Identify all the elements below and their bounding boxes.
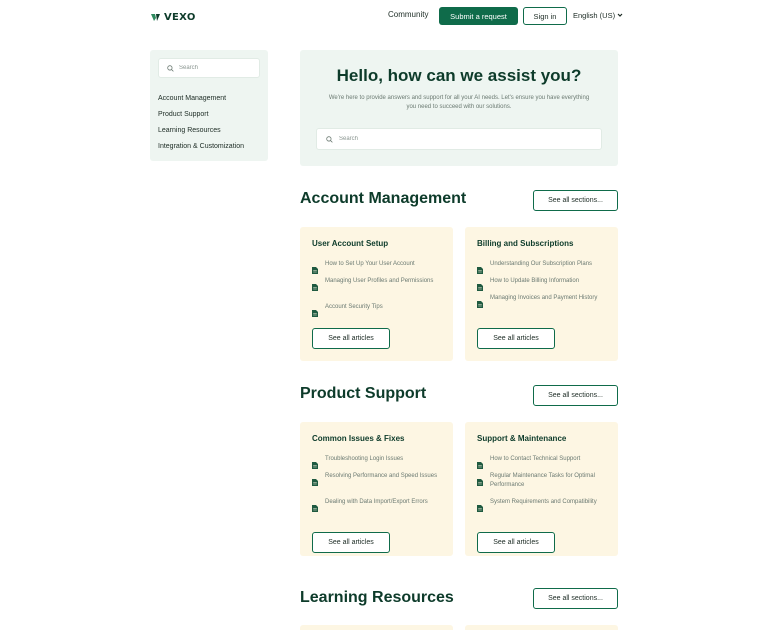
hero-search-input[interactable] [339, 136, 601, 142]
sidebar: Account Management Product Support Learn… [150, 50, 268, 161]
submit-request-button[interactable]: Submit a request [439, 7, 518, 25]
section-title-product-support: Product Support [300, 385, 427, 402]
hero-search[interactable] [316, 128, 602, 150]
article-title: Account Security Tips [325, 304, 383, 310]
article-link[interactable]: Account Security Tips [312, 303, 442, 322]
category-card [300, 625, 453, 630]
card-title: Billing and Subscriptions [477, 239, 574, 248]
logo-text: VEXO [164, 11, 196, 23]
site-header: VEXO Community Submit a request Sign in … [0, 0, 768, 34]
article-link[interactable]: Dealing with Data Import/Export Errors [312, 498, 442, 517]
article-title: Managing User Profiles and Permissions [325, 278, 434, 284]
article-title: Troubleshooting Login Issues [325, 456, 404, 462]
card-title: User Account Setup [312, 239, 389, 248]
page-title: Hello, how can we assist you? [336, 66, 582, 85]
card-title: Support & Maintenance [477, 434, 567, 443]
see-all-articles-button[interactable]: See all articles [312, 532, 390, 553]
article-title: Understanding Our Subscription Plans [490, 261, 593, 267]
article-title: Regular Maintenance Tasks for Optimal Pe… [490, 473, 595, 488]
hero-subtitle: We're here to provide answers and suppor… [328, 95, 590, 110]
community-link[interactable]: Community [388, 10, 428, 19]
category-card [465, 625, 618, 630]
card-title: Common Issues & Fixes [312, 434, 405, 443]
see-all-sections-button[interactable]: See all sections... [533, 190, 618, 211]
document-icon [477, 295, 483, 313]
see-all-sections-button[interactable]: See all sections... [533, 385, 618, 406]
search-icon [326, 130, 333, 148]
article-title: How to Set Up Your User Account [325, 261, 415, 267]
hero-panel: Hello, how can we assist you? We're here… [300, 50, 618, 166]
article-link[interactable]: Regular Maintenance Tasks for Optimal Pe… [477, 472, 607, 491]
sign-in-button[interactable]: Sign in [523, 7, 567, 25]
chevron-down-icon [617, 12, 623, 20]
logo-icon [150, 12, 161, 23]
logo[interactable]: VEXO [150, 10, 196, 24]
sidebar-search[interactable] [158, 58, 260, 78]
article-title: Resolving Performance and Speed Issues [325, 473, 438, 479]
article-title: System Requirements and Compatibility [490, 499, 597, 505]
sidebar-item-account-management[interactable]: Account Management [158, 95, 226, 102]
section-title-account-management: Account Management [300, 190, 467, 207]
article-link[interactable]: Managing User Profiles and Permissions [312, 277, 442, 296]
category-card: Support & Maintenance How to Contact Tec… [465, 422, 618, 556]
article-title: Managing Invoices and Payment History [490, 295, 598, 301]
document-icon [312, 304, 318, 322]
sidebar-item-learning-resources[interactable]: Learning Resources [158, 127, 221, 134]
see-all-articles-button[interactable]: See all articles [477, 532, 555, 553]
language-selector[interactable]: English (US) [573, 11, 623, 20]
document-icon [312, 278, 318, 296]
document-icon [312, 499, 318, 517]
category-card: Common Issues & Fixes Troubleshooting Lo… [300, 422, 453, 556]
see-all-sections-button[interactable]: See all sections... [533, 588, 618, 609]
see-all-articles-button[interactable]: See all articles [312, 328, 390, 349]
article-title: Dealing with Data Import/Export Errors [325, 499, 428, 505]
see-all-articles-button[interactable]: See all articles [477, 328, 555, 349]
article-link[interactable]: Resolving Performance and Speed Issues [312, 472, 442, 491]
sidebar-item-integration-customization[interactable]: Integration & Customization [158, 143, 244, 150]
category-card: User Account Setup How to Set Up Your Us… [300, 227, 453, 361]
article-title: How to Update Billing Information [490, 278, 580, 284]
document-icon [477, 473, 483, 491]
search-icon [167, 59, 174, 77]
article-link[interactable]: Managing Invoices and Payment History [477, 294, 607, 313]
document-icon [312, 473, 318, 491]
language-label: English (US) [573, 11, 616, 20]
article-link[interactable]: System Requirements and Compatibility [477, 498, 607, 517]
sidebar-item-product-support[interactable]: Product Support [158, 111, 209, 118]
section-title-learning-resources: Learning Resources [300, 589, 454, 606]
category-card: Billing and Subscriptions Understanding … [465, 227, 618, 361]
sidebar-search-input[interactable] [179, 65, 259, 71]
article-title: How to Contact Technical Support [490, 456, 581, 462]
document-icon [477, 499, 483, 517]
